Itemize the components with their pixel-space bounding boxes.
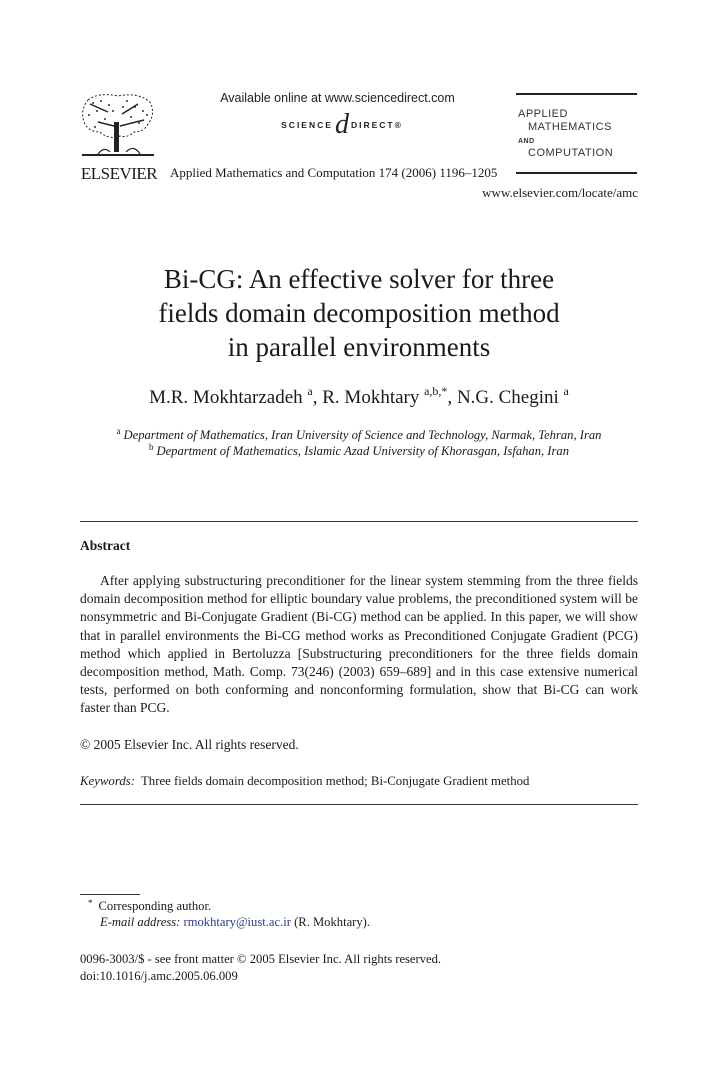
sciencedirect-right: DIRECT® [350,120,403,130]
email-link[interactable]: rmokhtary@iust.ac.ir [184,915,291,929]
author-list: M.R. Mokhtarzadeh a, R. Mokhtary a,b,*, … [80,384,638,409]
email-label: E-mail address: [100,915,181,929]
affiliation-text: Department of Mathematics, Iran Universi… [123,428,602,442]
journal-logo-line-2: MATHEMATICS [528,121,612,133]
author-name: R. Mokhtary [322,387,420,408]
sciencedirect-left: SCIENCE [281,120,333,130]
separator: , [312,387,323,408]
author-name: M.R. Mokhtarzadeh [149,387,303,408]
abstract-text: After applying substructuring preconditi… [80,573,638,716]
affiliation: a Department of Mathematics, Iran Univers… [80,426,638,443]
article-title: Bi-CG: An effective solver for three fie… [80,262,638,364]
journal-url[interactable]: www.elsevier.com/locate/amc [470,185,638,201]
title-line: Bi-CG: An effective solver for three [163,264,555,294]
affiliation-label: a [116,426,121,436]
elsevier-wordmark: ELSEVIER [80,164,158,183]
divider [80,804,638,805]
doi[interactable]: doi:10.1016/j.amc.2005.06.009 [80,969,238,984]
elsevier-tree-logo-icon [78,92,158,162]
footnote-mark: * [88,898,93,908]
keywords-text: Three fields domain decomposition method… [140,774,530,788]
journal-citation: Applied Mathematics and Computation 174 … [170,165,498,180]
corresponding-text: Corresponding author. [98,899,212,913]
abstract-body: After applying substructuring preconditi… [80,572,638,718]
journal-logo-line-4: COMPUTATION [528,147,614,159]
sciencedirect-logo: SCIENCE d DIRECT® [262,110,422,140]
title-line: in parallel environments [227,332,491,362]
journal-logo-rule-bottom [516,172,637,174]
journal-logo-rule-top [516,93,637,95]
footnote-rule [80,894,140,895]
copyright-notice: © 2005 Elsevier Inc. All rights reserved… [80,737,299,752]
author-affiliation-mark: a,b,* [424,384,448,398]
available-online-text: Available online at www.sciencedirect.co… [220,91,455,105]
author-affiliation-mark: a [563,384,569,398]
journal-logo-line-1: APPLIED [518,108,568,120]
affiliation: b Department of Mathematics, Islamic Azad… [80,442,638,459]
separator: , [447,387,457,408]
author-name: N.G. Chegini [456,387,559,408]
affiliation-label: b [148,442,154,452]
corresponding-author-note: * Corresponding author. [88,898,211,914]
divider [80,521,638,522]
title-line: fields domain decomposition method [158,298,560,328]
front-matter: 0096-3003/$ - see front matter © 2005 El… [80,952,442,966]
keywords: Keywords: Three fields domain decompositi… [80,774,529,789]
affiliation-text: Department of Mathematics, Islamic Azad … [156,444,570,458]
email-note: E-mail address: rmokhtary@iust.ac.ir (R.… [100,915,370,930]
keywords-label: Keywords: [80,774,135,788]
email-owner: (R. Mokhtary). [294,915,370,929]
abstract-heading: Abstract [80,538,131,553]
sciencedirect-d-icon: d [334,109,349,140]
